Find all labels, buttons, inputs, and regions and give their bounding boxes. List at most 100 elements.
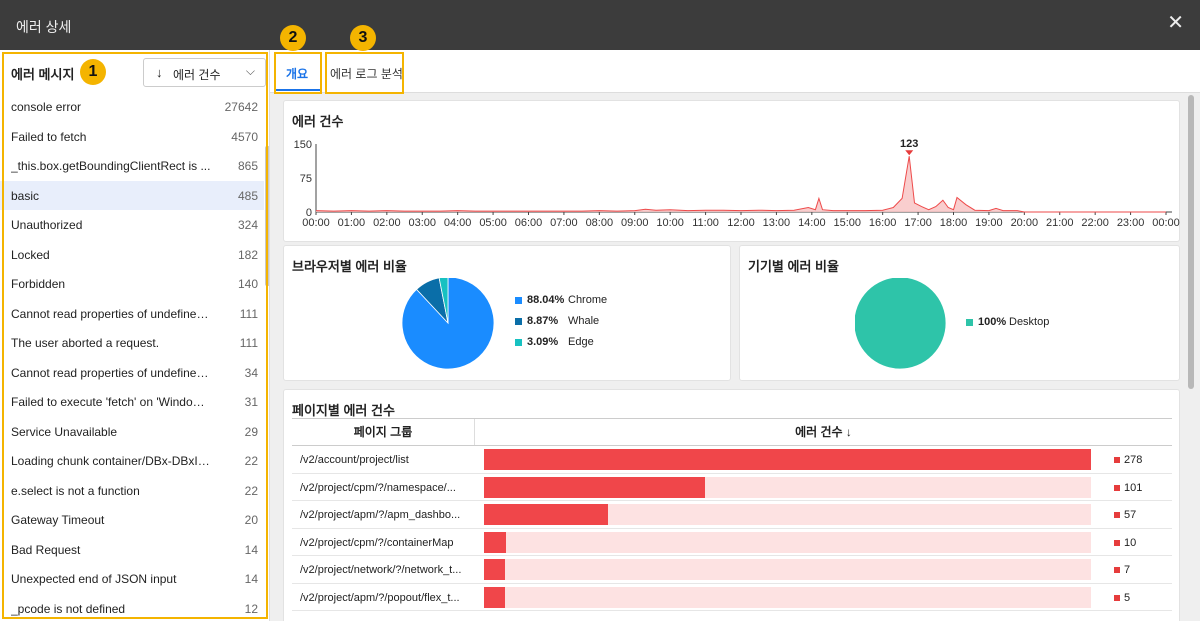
error-count-chart: 15075000:00 01:00 02:00 03:00 04:00 05:00 06:0… (294, 138, 1180, 229)
error-name: Locked (11, 247, 50, 262)
peak-marker (905, 150, 914, 156)
error-count-area (316, 156, 1166, 212)
x-tick-label: 01:00 (338, 217, 366, 229)
table-row[interactable]: /v2/project/apm/?/apm_dashbo... 57 (292, 501, 1172, 529)
error-bar-track (484, 504, 1091, 525)
error-bar-track (484, 449, 1091, 470)
error-name: Bad Request (11, 542, 81, 557)
error-list-item[interactable]: Failed to fetch 4570 (0, 122, 264, 152)
table-row[interactable]: /v2/project/cpm/?/namespace/... 101 (292, 474, 1172, 501)
device-legend: 100% Desktop (966, 316, 1146, 337)
error-list-item[interactable]: Failed to execute 'fetch' on 'Window'...… (0, 387, 264, 417)
table-row[interactable]: /v2/project/network/?/network_t... 7 (292, 556, 1172, 584)
error-count: 31 (244, 395, 258, 409)
legend-percent: 8.87% (527, 315, 559, 327)
legend-item: 88.04% Chrome (515, 294, 695, 315)
error-list-item[interactable]: Service Unavailable 29 (0, 417, 264, 447)
x-tick-label: 18:00 (940, 217, 968, 229)
value-swatch (1114, 594, 1120, 601)
error-bar-track (484, 586, 1091, 608)
error-count: 22 (244, 454, 258, 468)
error-name: _this.box.getBoundingClientRect is ... (11, 159, 211, 173)
error-list-item[interactable]: _pcode is not defined 12 (0, 594, 264, 621)
tab-overview[interactable]: 개요 (276, 50, 322, 93)
error-bar-value: 10 (1124, 536, 1137, 549)
tab-error-log-analysis-label: 에러 로그 분석 (330, 67, 403, 81)
table-row[interactable]: /v2/account/project/list 278 (292, 446, 1172, 474)
content-scrollbar[interactable] (1188, 95, 1194, 389)
value-swatch (1114, 539, 1120, 546)
error-name: The user aborted a request. (11, 336, 160, 350)
error-list-item[interactable]: Bad Request 14 (0, 535, 264, 565)
table-row[interactable]: /v2/project/cpm/?/containerMap 10 (292, 529, 1172, 556)
error-bar-value: 57 (1124, 509, 1137, 521)
error-list-item[interactable]: Unexpected end of JSON input 14 (0, 564, 264, 594)
error-count: 865 (237, 159, 258, 173)
browser-ratio-card: 브라우저별 에러 비율 88.04% Chrome 8.87% Whale 3.09% E… (283, 245, 731, 381)
error-name: Unauthorized (11, 218, 83, 232)
table-body: /v2/account/project/list 278/v2/project/… (292, 446, 1172, 611)
x-tick-label: 02:00 (373, 217, 401, 229)
modal-title: 에러 상세 (16, 19, 72, 35)
error-list-item[interactable]: Cannot read properties of undefined... 34 (0, 358, 264, 388)
error-name: Failed to execute 'fetch' on 'Window'... (11, 395, 213, 409)
x-tick-label: 21:00 (1046, 217, 1074, 229)
error-list-item[interactable]: basic 485 (0, 180, 264, 210)
x-tick-label: 15:00 (833, 217, 861, 229)
error-count: 14 (244, 542, 258, 557)
error-count: 14 (244, 572, 258, 586)
error-count: 12 (244, 601, 258, 616)
error-list-item[interactable]: e.select is not a function 22 (0, 476, 264, 506)
error-count: 111 (239, 336, 258, 350)
error-message-header: 에러 메시지 ↓ 에러 건수 ⌵ (0, 50, 269, 92)
col-error-count[interactable]: 에러 건수 ↓ (475, 419, 1172, 445)
browser-ratio-title: 브라우저별 에러 비율 (292, 259, 407, 274)
x-tick-label: 06:00 (515, 217, 543, 229)
error-list-item[interactable]: Locked 182 (0, 240, 264, 270)
error-count: 22 (244, 483, 258, 498)
legend-name: Desktop (1009, 316, 1050, 328)
error-bar-track (484, 531, 1091, 553)
error-bar-value: 7 (1124, 564, 1131, 576)
error-list-item[interactable]: Loading chunk container/DBx-DBxIn... 22 (0, 446, 264, 476)
legend-name: Chrome (568, 294, 608, 306)
sort-dropdown[interactable]: ↓ 에러 건수 ⌵ (143, 58, 266, 87)
y-tick-label: 150 (294, 139, 312, 151)
error-name: basic (11, 188, 40, 203)
step-badge-3: 3 (350, 25, 376, 51)
legend-name: Whale (568, 315, 600, 327)
browser-legend: 88.04% Chrome 8.87% Whale 3.09% Edge (515, 294, 695, 357)
error-list-item[interactable]: Forbidden 140 (0, 269, 264, 299)
error-bar-track (484, 559, 1091, 580)
close-icon[interactable]: ✕ (1167, 13, 1184, 33)
x-tick-label: 04:00 (444, 217, 472, 229)
overview-content: 에러 건수 150 75 0 00:00 01:00 02:00 03:00 04:00 05:… (270, 93, 1200, 621)
error-count: 27642 (224, 100, 258, 114)
error-bar-value: 278 (1124, 454, 1143, 466)
error-list-item[interactable]: Cannot read properties of undefined... 11… (0, 299, 264, 329)
pie-slice[interactable] (855, 278, 947, 370)
error-bar (484, 586, 506, 608)
error-list-item[interactable]: _this.box.getBoundingClientRect is ... 86… (0, 151, 264, 181)
legend-swatch (966, 319, 973, 326)
legend-name: Edge (568, 336, 594, 348)
tab-overview-label: 개요 (286, 67, 309, 81)
error-message-panel: 에러 메시지 ↓ 에러 건수 ⌵ console error 27642 Faile… (0, 50, 270, 621)
tab-error-log-analysis[interactable]: 에러 로그 분석 (326, 50, 404, 93)
error-list-item[interactable]: Gateway Timeout 20 (0, 505, 264, 535)
error-bar (484, 449, 1091, 470)
error-count-line[interactable] (315, 156, 1166, 213)
error-list-item[interactable]: The user aborted a request. 111 (0, 328, 264, 358)
value-swatch (1114, 457, 1120, 463)
page-group-name: /v2/project/cpm/?/containerMap (300, 536, 454, 549)
active-tab-indicator (276, 89, 322, 91)
error-list-item[interactable]: console error 27642 (0, 92, 264, 122)
value-swatch (1114, 512, 1120, 518)
legend-swatch (515, 297, 522, 304)
error-count: 20 (244, 513, 258, 527)
error-name: Failed to fetch (11, 129, 87, 144)
table-row[interactable]: /v2/project/apm/?/popout/flex_t... 5 (292, 584, 1172, 611)
x-tick-label: 00:00 (302, 217, 330, 229)
error-list-item[interactable]: Unauthorized 324 (0, 210, 264, 240)
col-page-group[interactable]: 페이지 그룹 (292, 419, 475, 445)
